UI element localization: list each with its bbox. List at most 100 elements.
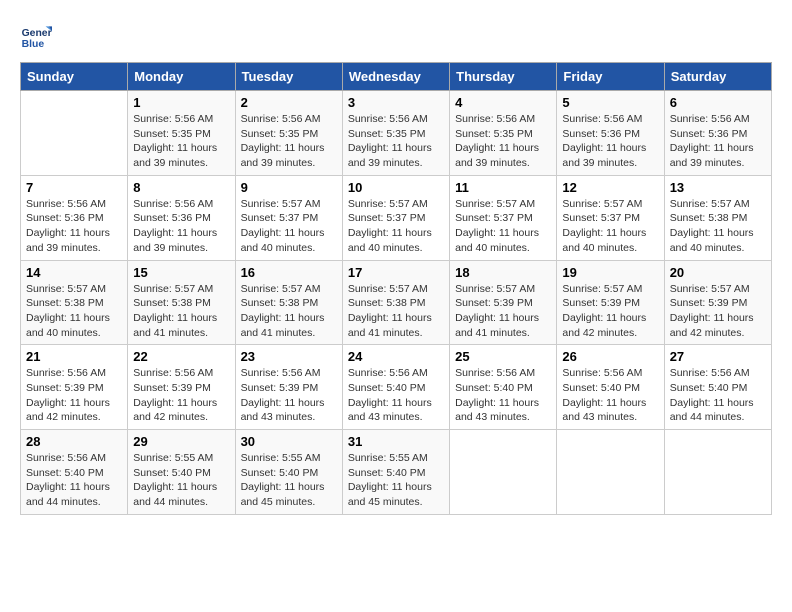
day-number: 2 — [241, 95, 337, 110]
day-detail: Sunrise: 5:56 AMSunset: 5:36 PMDaylight:… — [562, 113, 646, 169]
svg-text:Blue: Blue — [22, 39, 45, 50]
calendar-cell: 3 Sunrise: 5:56 AMSunset: 5:35 PMDayligh… — [342, 91, 449, 176]
day-detail: Sunrise: 5:57 AMSunset: 5:38 PMDaylight:… — [241, 283, 325, 339]
day-number: 19 — [562, 265, 658, 280]
weekday-header: Friday — [557, 63, 664, 91]
day-number: 8 — [133, 180, 229, 195]
day-detail: Sunrise: 5:57 AMSunset: 5:39 PMDaylight:… — [562, 283, 646, 339]
day-detail: Sunrise: 5:57 AMSunset: 5:38 PMDaylight:… — [670, 198, 754, 254]
day-detail: Sunrise: 5:56 AMSunset: 5:40 PMDaylight:… — [348, 367, 432, 423]
day-number: 27 — [670, 349, 766, 364]
calendar-cell: 4 Sunrise: 5:56 AMSunset: 5:35 PMDayligh… — [450, 91, 557, 176]
day-number: 3 — [348, 95, 444, 110]
day-detail: Sunrise: 5:56 AMSunset: 5:40 PMDaylight:… — [562, 367, 646, 423]
calendar-cell: 11 Sunrise: 5:57 AMSunset: 5:37 PMDaylig… — [450, 175, 557, 260]
day-detail: Sunrise: 5:56 AMSunset: 5:40 PMDaylight:… — [670, 367, 754, 423]
calendar-cell: 8 Sunrise: 5:56 AMSunset: 5:36 PMDayligh… — [128, 175, 235, 260]
weekday-header: Sunday — [21, 63, 128, 91]
day-detail: Sunrise: 5:56 AMSunset: 5:40 PMDaylight:… — [26, 452, 110, 508]
calendar-cell: 12 Sunrise: 5:57 AMSunset: 5:37 PMDaylig… — [557, 175, 664, 260]
calendar-cell: 27 Sunrise: 5:56 AMSunset: 5:40 PMDaylig… — [664, 345, 771, 430]
calendar-cell: 29 Sunrise: 5:55 AMSunset: 5:40 PMDaylig… — [128, 430, 235, 515]
calendar-cell: 28 Sunrise: 5:56 AMSunset: 5:40 PMDaylig… — [21, 430, 128, 515]
calendar-cell: 31 Sunrise: 5:55 AMSunset: 5:40 PMDaylig… — [342, 430, 449, 515]
calendar-week-row: 14 Sunrise: 5:57 AMSunset: 5:38 PMDaylig… — [21, 260, 772, 345]
calendar-cell: 22 Sunrise: 5:56 AMSunset: 5:39 PMDaylig… — [128, 345, 235, 430]
weekday-header: Saturday — [664, 63, 771, 91]
day-number: 18 — [455, 265, 551, 280]
day-detail: Sunrise: 5:57 AMSunset: 5:39 PMDaylight:… — [455, 283, 539, 339]
day-number: 25 — [455, 349, 551, 364]
calendar-cell: 30 Sunrise: 5:55 AMSunset: 5:40 PMDaylig… — [235, 430, 342, 515]
calendar-cell: 23 Sunrise: 5:56 AMSunset: 5:39 PMDaylig… — [235, 345, 342, 430]
day-number: 12 — [562, 180, 658, 195]
day-number: 28 — [26, 434, 122, 449]
day-detail: Sunrise: 5:57 AMSunset: 5:37 PMDaylight:… — [241, 198, 325, 254]
calendar-cell — [450, 430, 557, 515]
calendar-cell: 21 Sunrise: 5:56 AMSunset: 5:39 PMDaylig… — [21, 345, 128, 430]
day-detail: Sunrise: 5:56 AMSunset: 5:40 PMDaylight:… — [455, 367, 539, 423]
calendar-cell — [664, 430, 771, 515]
day-detail: Sunrise: 5:57 AMSunset: 5:38 PMDaylight:… — [26, 283, 110, 339]
calendar-table: SundayMondayTuesdayWednesdayThursdayFrid… — [20, 62, 772, 515]
calendar-cell — [557, 430, 664, 515]
calendar-cell: 1 Sunrise: 5:56 AMSunset: 5:35 PMDayligh… — [128, 91, 235, 176]
weekday-header: Tuesday — [235, 63, 342, 91]
logo-icon: General Blue — [20, 20, 52, 52]
calendar-cell: 26 Sunrise: 5:56 AMSunset: 5:40 PMDaylig… — [557, 345, 664, 430]
day-detail: Sunrise: 5:56 AMSunset: 5:35 PMDaylight:… — [455, 113, 539, 169]
day-number: 13 — [670, 180, 766, 195]
day-number: 11 — [455, 180, 551, 195]
day-number: 9 — [241, 180, 337, 195]
weekday-header: Monday — [128, 63, 235, 91]
calendar-cell: 6 Sunrise: 5:56 AMSunset: 5:36 PMDayligh… — [664, 91, 771, 176]
day-detail: Sunrise: 5:57 AMSunset: 5:38 PMDaylight:… — [133, 283, 217, 339]
day-detail: Sunrise: 5:55 AMSunset: 5:40 PMDaylight:… — [348, 452, 432, 508]
day-number: 31 — [348, 434, 444, 449]
calendar-cell: 24 Sunrise: 5:56 AMSunset: 5:40 PMDaylig… — [342, 345, 449, 430]
calendar-cell: 15 Sunrise: 5:57 AMSunset: 5:38 PMDaylig… — [128, 260, 235, 345]
day-detail: Sunrise: 5:56 AMSunset: 5:39 PMDaylight:… — [241, 367, 325, 423]
calendar-cell: 13 Sunrise: 5:57 AMSunset: 5:38 PMDaylig… — [664, 175, 771, 260]
day-number: 10 — [348, 180, 444, 195]
day-number: 15 — [133, 265, 229, 280]
day-number: 16 — [241, 265, 337, 280]
calendar-cell: 19 Sunrise: 5:57 AMSunset: 5:39 PMDaylig… — [557, 260, 664, 345]
day-detail: Sunrise: 5:57 AMSunset: 5:37 PMDaylight:… — [348, 198, 432, 254]
page-header: General Blue — [20, 20, 772, 52]
day-detail: Sunrise: 5:57 AMSunset: 5:39 PMDaylight:… — [670, 283, 754, 339]
calendar-cell: 18 Sunrise: 5:57 AMSunset: 5:39 PMDaylig… — [450, 260, 557, 345]
calendar-cell — [21, 91, 128, 176]
calendar-week-row: 21 Sunrise: 5:56 AMSunset: 5:39 PMDaylig… — [21, 345, 772, 430]
day-number: 29 — [133, 434, 229, 449]
day-number: 26 — [562, 349, 658, 364]
day-number: 30 — [241, 434, 337, 449]
weekday-header: Wednesday — [342, 63, 449, 91]
calendar-cell: 10 Sunrise: 5:57 AMSunset: 5:37 PMDaylig… — [342, 175, 449, 260]
day-detail: Sunrise: 5:56 AMSunset: 5:39 PMDaylight:… — [133, 367, 217, 423]
day-number: 4 — [455, 95, 551, 110]
calendar-week-row: 1 Sunrise: 5:56 AMSunset: 5:35 PMDayligh… — [21, 91, 772, 176]
day-detail: Sunrise: 5:56 AMSunset: 5:36 PMDaylight:… — [133, 198, 217, 254]
calendar-cell: 7 Sunrise: 5:56 AMSunset: 5:36 PMDayligh… — [21, 175, 128, 260]
day-number: 14 — [26, 265, 122, 280]
day-detail: Sunrise: 5:57 AMSunset: 5:38 PMDaylight:… — [348, 283, 432, 339]
day-detail: Sunrise: 5:55 AMSunset: 5:40 PMDaylight:… — [133, 452, 217, 508]
calendar-body: 1 Sunrise: 5:56 AMSunset: 5:35 PMDayligh… — [21, 91, 772, 515]
calendar-cell: 17 Sunrise: 5:57 AMSunset: 5:38 PMDaylig… — [342, 260, 449, 345]
calendar-week-row: 28 Sunrise: 5:56 AMSunset: 5:40 PMDaylig… — [21, 430, 772, 515]
day-detail: Sunrise: 5:56 AMSunset: 5:39 PMDaylight:… — [26, 367, 110, 423]
calendar-header-row: SundayMondayTuesdayWednesdayThursdayFrid… — [21, 63, 772, 91]
day-detail: Sunrise: 5:57 AMSunset: 5:37 PMDaylight:… — [562, 198, 646, 254]
calendar-week-row: 7 Sunrise: 5:56 AMSunset: 5:36 PMDayligh… — [21, 175, 772, 260]
day-number: 5 — [562, 95, 658, 110]
day-number: 17 — [348, 265, 444, 280]
day-detail: Sunrise: 5:56 AMSunset: 5:36 PMDaylight:… — [26, 198, 110, 254]
calendar-cell: 20 Sunrise: 5:57 AMSunset: 5:39 PMDaylig… — [664, 260, 771, 345]
svg-text:General: General — [22, 28, 52, 39]
calendar-cell: 14 Sunrise: 5:57 AMSunset: 5:38 PMDaylig… — [21, 260, 128, 345]
day-number: 23 — [241, 349, 337, 364]
logo: General Blue — [20, 20, 56, 52]
day-number: 22 — [133, 349, 229, 364]
day-number: 7 — [26, 180, 122, 195]
